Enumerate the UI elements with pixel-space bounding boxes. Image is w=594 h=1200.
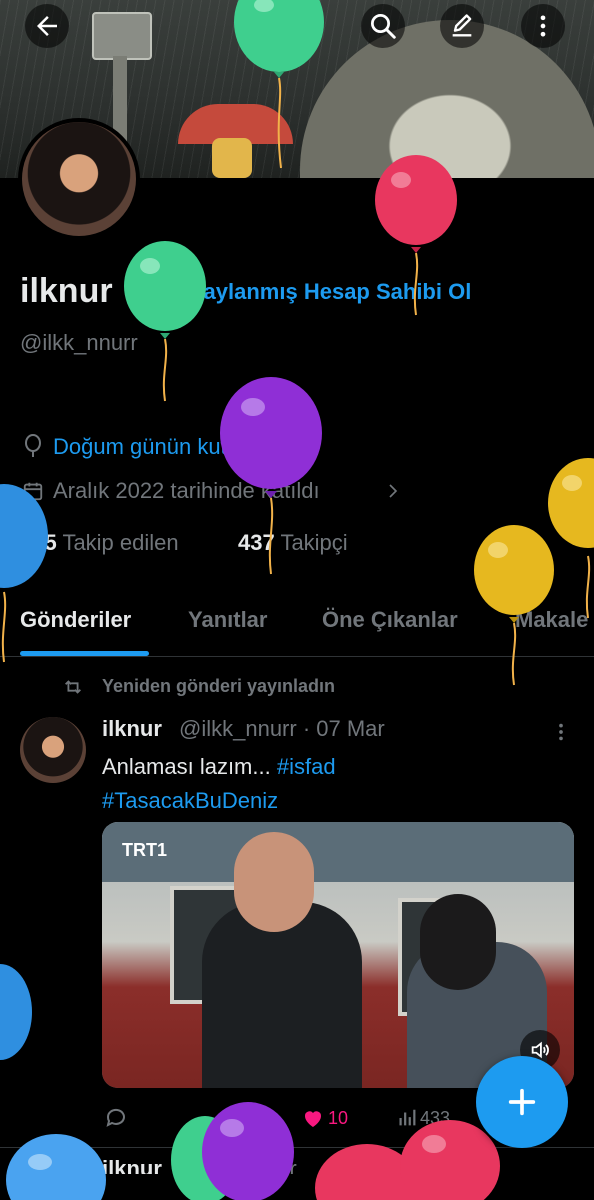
following-count: 425	[20, 530, 57, 555]
balloon-blue-left-low	[0, 964, 32, 1060]
edit-icon	[452, 14, 472, 37]
compose-button[interactable]	[476, 1056, 568, 1148]
bottom-strip	[0, 1174, 594, 1200]
post-text-body: Anlaması lazım...	[102, 754, 271, 779]
channel-logo: TRT1	[122, 840, 167, 860]
chevron-right-icon[interactable]	[384, 480, 402, 502]
calendar-icon	[23, 482, 43, 501]
banner-child	[212, 138, 252, 178]
avatar-image	[22, 122, 136, 236]
post-video[interactable]: TRT1	[102, 822, 574, 1088]
profile-handle: @ilkk_nnurr	[20, 330, 138, 355]
balloon-green	[124, 241, 206, 402]
view-count: 433	[420, 1108, 451, 1128]
followers-label: Takipçi	[280, 530, 348, 555]
verified-badge-icon[interactable]	[131, 279, 159, 307]
repost-label: Yeniden gönderi yayınladın	[102, 676, 336, 696]
search-icon	[371, 14, 396, 39]
plus-icon	[508, 1088, 536, 1116]
more-button[interactable]	[521, 4, 565, 48]
edit-button[interactable]	[440, 4, 484, 48]
following-link[interactable]: 425 Takip edilen	[20, 530, 179, 556]
video-roof	[102, 822, 574, 882]
following-label: Takip edilen	[62, 530, 179, 555]
post-more-icon[interactable]	[550, 718, 572, 746]
tab-highlights[interactable]: Öne Çıkanlar	[322, 607, 458, 633]
video-person-head	[420, 894, 496, 990]
back-button[interactable]	[25, 4, 69, 48]
more-vertical-icon	[540, 15, 546, 37]
tab-articles[interactable]: Makale	[515, 607, 588, 633]
balloon-blue-left	[0, 484, 48, 663]
birthday-text: Doğum günün kutlu olsun!	[53, 434, 309, 459]
reply-icon[interactable]	[104, 1106, 128, 1130]
post-author[interactable]: ilknur	[102, 716, 162, 742]
repost-icon	[65, 680, 81, 694]
hashtag-link[interactable]: #isfad	[277, 754, 336, 779]
profile-name: ilknur	[20, 272, 113, 310]
like-count: 10	[328, 1108, 349, 1128]
banner-sign	[92, 12, 152, 60]
search-button[interactable]	[361, 4, 405, 48]
heart-icon[interactable]	[300, 1106, 326, 1130]
get-verified-link[interactable]: Onaylanmış Hesap Sahibi Ol	[173, 279, 471, 305]
video-person-head	[234, 832, 314, 932]
post-divider	[0, 1147, 594, 1148]
balloon-icon	[25, 434, 41, 457]
hashtag-link[interactable]: #TasacakBuDeniz	[102, 788, 278, 813]
balloon-yellow-edge	[548, 458, 594, 619]
post-avatar[interactable]	[20, 717, 86, 783]
back-arrow-icon	[37, 16, 57, 36]
profile-avatar[interactable]	[18, 118, 140, 240]
post-meta: @ilkk_nnurr · 07 Mar	[179, 716, 385, 741]
joined-date: Aralık 2022 tarihinde katıldı	[53, 478, 320, 503]
tab-posts[interactable]: Gönderiler	[20, 607, 131, 633]
followers-count: 437	[238, 530, 275, 555]
tab-replies[interactable]: Yanıtlar	[188, 607, 267, 633]
followers-link[interactable]: 437 Takipçi	[238, 530, 348, 556]
views-icon[interactable]	[396, 1106, 418, 1130]
post-text: Anlaması lazım... #isfad #TasacakBuDeniz	[102, 750, 336, 818]
tabs-divider	[0, 656, 594, 657]
